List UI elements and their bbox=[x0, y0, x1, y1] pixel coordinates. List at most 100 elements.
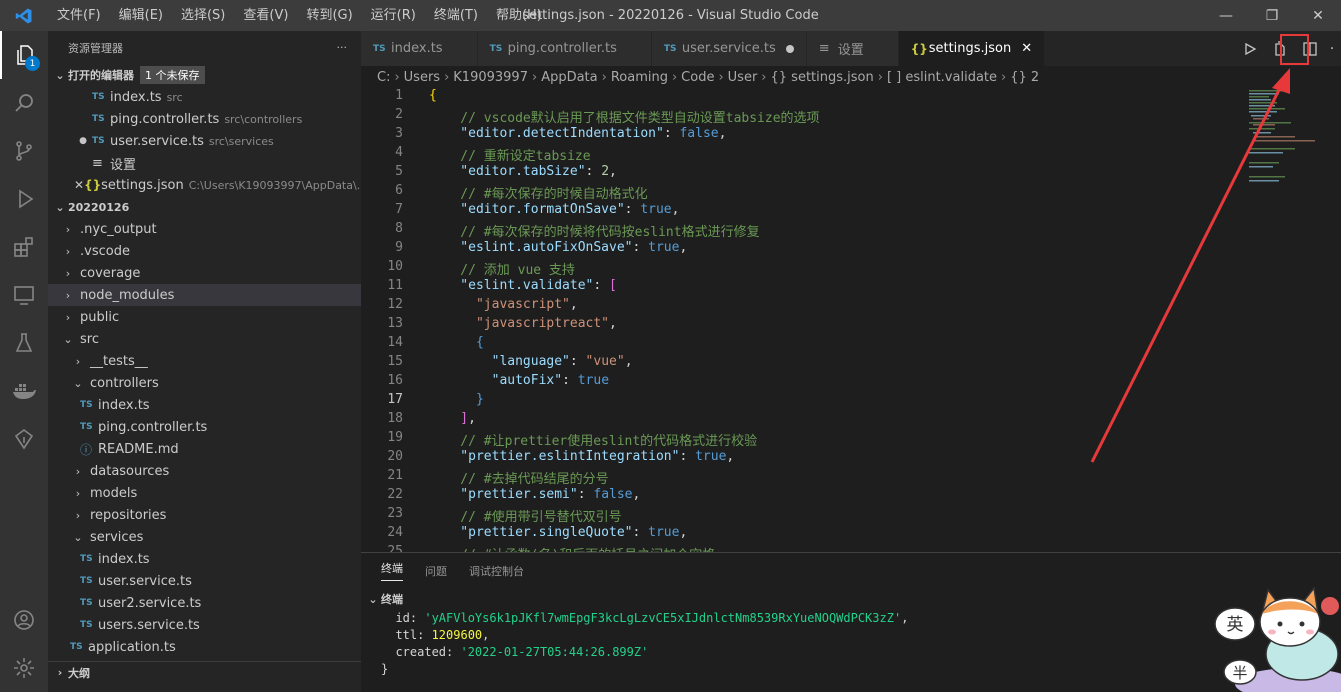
menu-item[interactable]: 文件(F) bbox=[48, 0, 110, 31]
file-item[interactable]: TS index.ts bbox=[48, 394, 361, 416]
line-content: // #让函数(名)和后面的括号之间加个空格 bbox=[403, 544, 715, 552]
tab-settings-json[interactable]: {} settings.json ✕ bbox=[898, 31, 1046, 66]
line-number: 19 bbox=[387, 430, 403, 445]
code-token: true bbox=[640, 202, 672, 217]
explorer-icon[interactable]: 1 bbox=[0, 31, 48, 79]
gitlens-icon[interactable] bbox=[0, 415, 48, 463]
menu-item[interactable]: 帮助(H) bbox=[487, 0, 551, 31]
restore-button[interactable]: ❐ bbox=[1249, 0, 1295, 31]
breadcrumb-item[interactable]: {} 2 bbox=[1010, 70, 1039, 85]
open-editor-item[interactable]: TS index.ts src bbox=[48, 86, 361, 108]
code-editor[interactable]: 1{2 // vscode默认启用了根据文件类型自动设置tabsize的选项 3 … bbox=[361, 88, 1341, 552]
terminal-section[interactable]: ⌄ 终端 bbox=[361, 588, 1341, 610]
code-token: , bbox=[632, 487, 641, 502]
more-actions-icon[interactable]: ··· bbox=[337, 41, 348, 54]
breadcrumb-item[interactable]: Roaming bbox=[611, 70, 668, 85]
explorer-header: 资源管理器 ··· bbox=[48, 31, 361, 64]
chevron-right-icon: › bbox=[75, 508, 81, 522]
menu-item[interactable]: 运行(R) bbox=[362, 0, 425, 31]
open-editor-item[interactable]: ● TS user.service.ts src\services bbox=[48, 130, 361, 152]
chevron-right-icon: › bbox=[75, 354, 81, 368]
remote-explorer-icon[interactable] bbox=[0, 271, 48, 319]
open-editor-item[interactable]: TS ping.controller.ts src\controllers bbox=[48, 108, 361, 130]
close-icon[interactable]: ✕ bbox=[1021, 41, 1032, 56]
folder-item[interactable]: › public bbox=[48, 306, 361, 328]
close-window-button[interactable]: ✕ bbox=[1295, 0, 1341, 31]
file-item[interactable]: TS users.service.ts bbox=[48, 614, 361, 636]
menu-item[interactable]: 选择(S) bbox=[172, 0, 234, 31]
folder-item[interactable]: › node_modules bbox=[48, 284, 361, 306]
folder-item[interactable]: › models bbox=[48, 482, 361, 504]
file-item[interactable]: TS user2.service.ts bbox=[48, 592, 361, 614]
menu-item[interactable]: 转到(G) bbox=[297, 0, 361, 31]
line-number: 5 bbox=[395, 164, 403, 179]
breadcrumb-item[interactable]: C: bbox=[377, 70, 390, 85]
file-item[interactable]: TS user.service.ts bbox=[48, 570, 361, 592]
folder-item[interactable]: › datasources bbox=[48, 460, 361, 482]
outline-section[interactable]: › 大纲 bbox=[48, 661, 361, 683]
tab-label: 设置 bbox=[837, 43, 864, 58]
file-item[interactable]: TS index.ts bbox=[48, 548, 361, 570]
folder-item[interactable]: ⌄ controllers bbox=[48, 372, 361, 394]
folder-item[interactable]: › .vscode bbox=[48, 240, 361, 262]
source-control-icon[interactable] bbox=[0, 127, 48, 175]
tab---[interactable]: ≡ 设置 bbox=[806, 31, 899, 66]
open-editors-section[interactable]: ⌄ 打开的编辑器 1 个未保存 bbox=[48, 64, 361, 86]
terminal-output[interactable]: id: 'yAFVloYs6k1pJKfl7wmEpgF3kcLgLzvCE5x… bbox=[361, 610, 1341, 678]
breadcrumb-item[interactable]: [ ] eslint.validate bbox=[887, 70, 997, 85]
tab-ping-controller-ts[interactable]: TS ping.controller.ts bbox=[477, 31, 652, 66]
breadcrumb-item[interactable]: K19093997 bbox=[453, 70, 528, 85]
breadcrumb-item[interactable]: User bbox=[728, 70, 758, 85]
code-token: // #每次保存的时候自动格式化 bbox=[429, 187, 648, 202]
unsaved-dot-icon[interactable] bbox=[785, 44, 794, 53]
breadcrumb-item[interactable]: Users bbox=[404, 70, 440, 85]
minimap[interactable] bbox=[1245, 88, 1335, 198]
minimize-button[interactable]: — bbox=[1203, 0, 1249, 31]
account-icon[interactable] bbox=[0, 596, 48, 644]
breadcrumb-item[interactable]: {} settings.json bbox=[771, 70, 874, 85]
file-item[interactable]: TS application.ts bbox=[48, 636, 361, 658]
open-editor-item[interactable]: ✕{} settings.json C:\Users\K19093997\AppDa… bbox=[48, 174, 361, 196]
folder-section[interactable]: ⌄ 20220126 bbox=[48, 196, 361, 218]
run-icon[interactable] bbox=[1239, 38, 1261, 60]
folder-item[interactable]: › .nyc_output bbox=[48, 218, 361, 240]
testing-icon[interactable] bbox=[0, 319, 48, 367]
terminal-line: created: '2022-01-27T05:44:26.899Z' bbox=[381, 644, 1341, 661]
file-item[interactable]: ⓘ README.md bbox=[48, 438, 361, 460]
folder-item[interactable]: ⌄ src bbox=[48, 328, 361, 350]
tab-terminal[interactable]: 终端 bbox=[381, 560, 403, 581]
terminal-token: , bbox=[482, 628, 490, 642]
folder-item[interactable]: › repositories bbox=[48, 504, 361, 526]
menu-item[interactable]: 终端(T) bbox=[425, 0, 487, 31]
extensions-icon[interactable] bbox=[0, 223, 48, 271]
tab-user-service-ts[interactable]: TS user.service.ts bbox=[651, 31, 807, 66]
open-editor-item[interactable]: ≡ 设置 bbox=[48, 152, 361, 174]
json-file-icon: {} bbox=[84, 178, 102, 192]
code-token: "prettier.semi" bbox=[429, 487, 578, 502]
docker-icon[interactable] bbox=[0, 367, 48, 415]
folder-item[interactable]: › __tests__ bbox=[48, 350, 361, 372]
line-number: 17 bbox=[387, 392, 403, 407]
folder-item[interactable]: › coverage bbox=[48, 262, 361, 284]
settings-gear-icon[interactable] bbox=[0, 644, 48, 692]
run-debug-icon[interactable] bbox=[0, 175, 48, 223]
item-status-icon[interactable]: ✕ bbox=[74, 178, 84, 192]
file-item[interactable]: TS ping.controller.ts bbox=[48, 416, 361, 438]
menu-item[interactable]: 编辑(E) bbox=[110, 0, 172, 31]
breadcrumb-item[interactable]: AppData bbox=[541, 70, 597, 85]
folder-item[interactable]: ⌄ services bbox=[48, 526, 361, 548]
explorer-title: 资源管理器 bbox=[68, 41, 123, 55]
tab-index-ts[interactable]: TS index.ts bbox=[361, 31, 478, 66]
file-name: ping.controller.ts bbox=[98, 419, 208, 435]
title-bar: 文件(F) 编辑(E) 选择(S) 查看(V) 转到(G) 运行(R) 终端(T) 帮助(H)… bbox=[0, 0, 1341, 31]
search-icon[interactable] bbox=[0, 79, 48, 127]
file-name: __tests__ bbox=[90, 353, 148, 369]
tab-problems[interactable]: 问题 bbox=[425, 563, 447, 579]
breadcrumb-item[interactable]: Code bbox=[681, 70, 714, 85]
code-token: true bbox=[695, 449, 727, 464]
tab-debug-console[interactable]: 调试控制台 bbox=[469, 563, 524, 579]
file-name: models bbox=[90, 485, 138, 501]
code-token: : bbox=[577, 487, 594, 502]
more-editor-actions-icon[interactable]: · bbox=[1329, 38, 1335, 60]
menu-item[interactable]: 查看(V) bbox=[234, 0, 297, 31]
